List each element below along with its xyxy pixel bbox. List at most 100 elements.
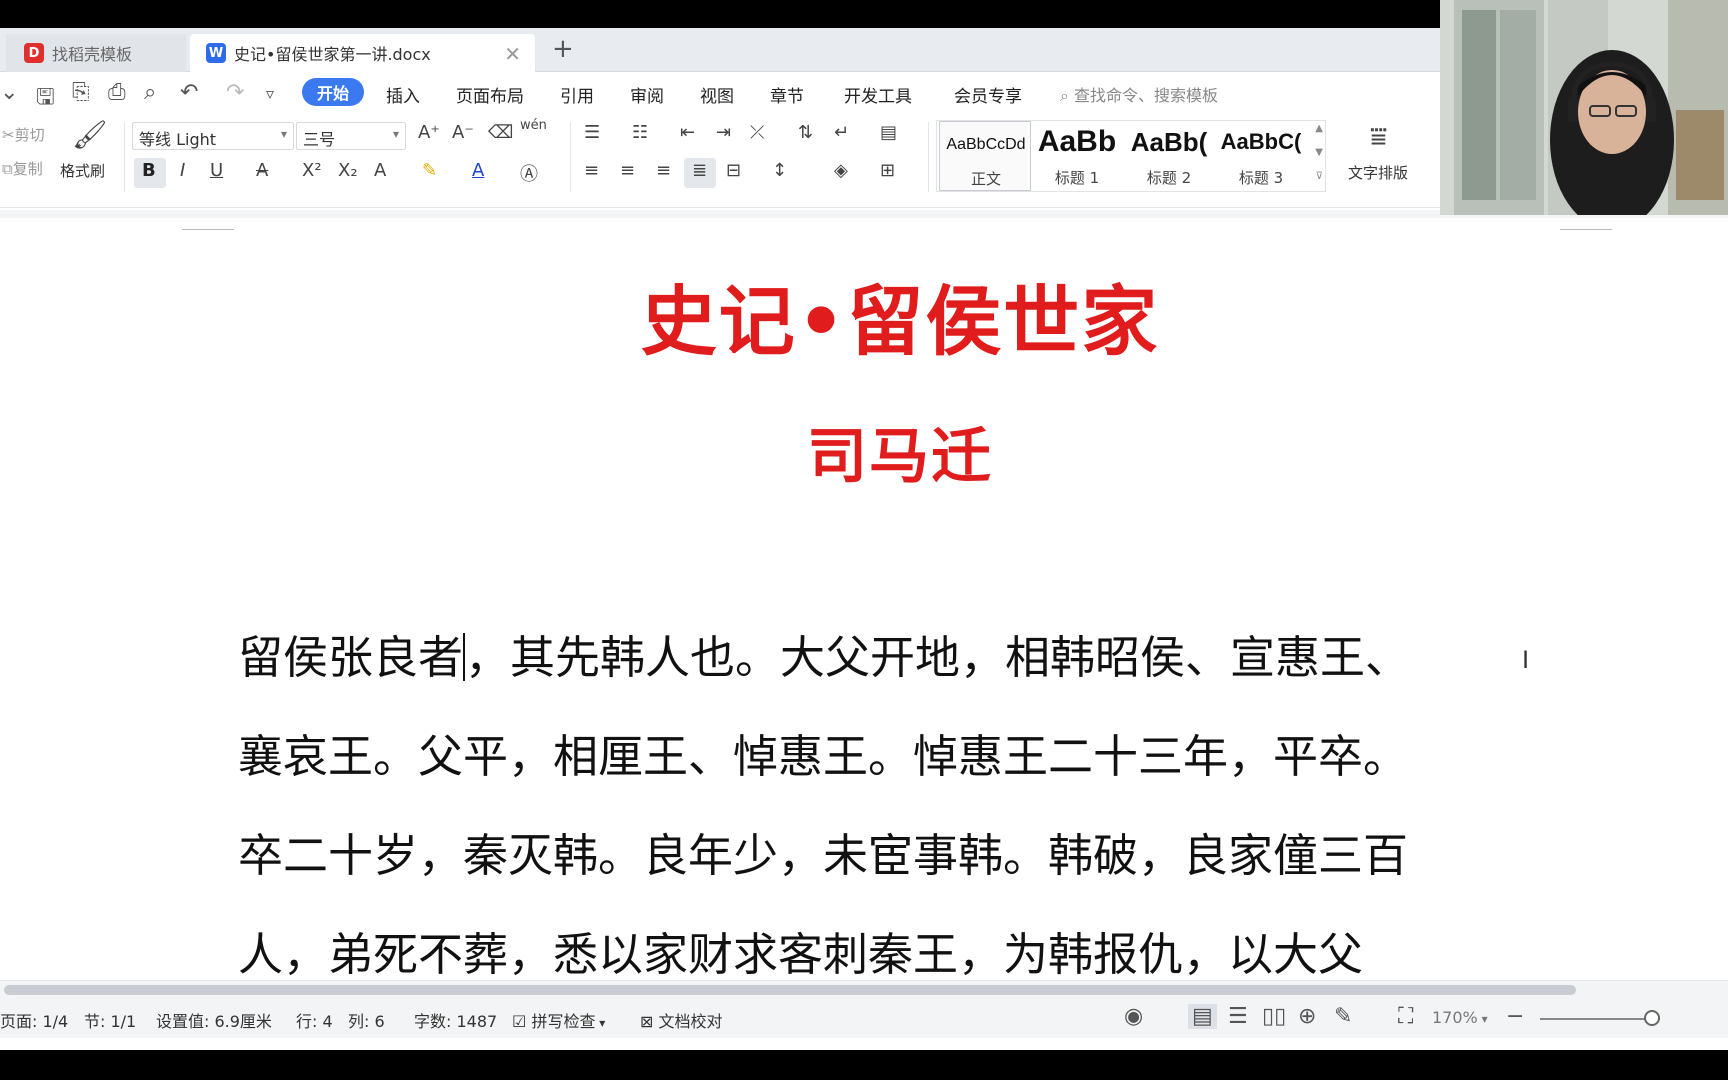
expand-styles-icon[interactable]: ⊽ [1316, 171, 1323, 182]
fit-page-icon[interactable]: ⛶ [1398, 1004, 1413, 1029]
status-setting[interactable]: 设置值: 6.9厘米 [156, 1008, 272, 1032]
italic-button[interactable]: I [180, 160, 185, 181]
reading-view-icon[interactable]: ▯▯ [1262, 1004, 1286, 1029]
style-heading-1[interactable]: AaBb 标题 1 [1031, 121, 1123, 191]
zoom-value: 170% [1432, 1008, 1478, 1027]
print-preview-icon[interactable]: ⌕ [144, 80, 156, 105]
borders-icon[interactable]: ⊞ [880, 160, 895, 181]
align-left-icon[interactable]: ≡ [584, 160, 599, 181]
cut-button[interactable]: ✂剪切 [2, 124, 45, 145]
docer-logo-icon: D [24, 43, 44, 63]
style-normal[interactable]: AaBbCcDd 正文 [939, 121, 1031, 191]
search-icon: ⌕ [1060, 86, 1075, 105]
numbered-list-icon[interactable]: ☷ [632, 122, 648, 143]
format-painter-icon[interactable]: 🖌 [72, 118, 108, 151]
menu-review[interactable]: 审阅 [630, 82, 664, 107]
redo-icon[interactable]: ↷ [226, 80, 244, 105]
undo-icon[interactable]: ↶ [180, 80, 198, 105]
scroll-up-icon[interactable]: ▲ [1315, 123, 1323, 134]
menu-page-layout[interactable]: 页面布局 [456, 82, 524, 107]
scrollbar-thumb[interactable] [4, 985, 1576, 995]
text-layout-label[interactable]: 文字排版 [1348, 162, 1408, 183]
zoom-slider-handle[interactable] [1644, 1010, 1660, 1026]
menu-developer[interactable]: 开发工具 [844, 82, 912, 107]
tab-current-document[interactable]: W 史记•留侯世家第一讲.docx ✕ [190, 34, 535, 72]
distributed-icon[interactable]: ⊟ [726, 160, 741, 181]
screen: D 找稻壳模板 W 史记•留侯世家第一讲.docx ✕ + ⌄ 🖫 ⎘ ⎙ ⌕ … [0, 0, 1728, 1080]
font-size-select[interactable]: 三号 ▾ [296, 122, 406, 150]
line-spacing-icon[interactable]: ↕ [772, 160, 787, 181]
chevron-down-icon: ▾ [280, 127, 287, 141]
new-tab-plus-icon[interactable]: + [552, 34, 574, 64]
bold-button[interactable]: B [142, 160, 156, 181]
style-heading-3[interactable]: AaBbC( 标题 3 [1215, 121, 1307, 191]
menu-home[interactable]: 开始 [302, 78, 364, 106]
char-border-icon[interactable]: Ⓐ [520, 160, 538, 186]
superscript-button[interactable]: X² [302, 160, 322, 181]
export-icon[interactable]: ⎘ [72, 80, 90, 105]
document-canvas: 史记•留侯世家 司马迁 留侯张良者，其先韩人也。大父开地，相韩昭侯、宣惠王、 襄… [0, 210, 1728, 980]
copy-button[interactable]: ⧉复制 [2, 158, 43, 179]
text-effect-icon[interactable]: A [374, 160, 386, 181]
font-name-select[interactable]: 等线 Light ▾ [132, 122, 294, 150]
body-line: 留侯张良者，其先韩人也。大父开地，相韩昭侯、宣惠王、 [238, 608, 1568, 707]
horizontal-scrollbar[interactable] [0, 980, 1728, 998]
style-label: 标题 3 [1238, 169, 1284, 187]
bullet-list-icon[interactable]: ☰ [584, 122, 600, 143]
zoom-level[interactable]: 170% ▾ [1432, 1008, 1488, 1027]
table-ruler-icon[interactable]: ▤ [880, 122, 897, 143]
scroll-down-icon[interactable]: ▼ [1315, 147, 1323, 158]
menu-view[interactable]: 视图 [700, 82, 734, 107]
page-view-icon[interactable]: ▤ [1188, 1004, 1217, 1029]
webcam-overlay [1440, 0, 1728, 215]
chevron-down-icon: ▾ [595, 1016, 606, 1030]
align-right-icon[interactable]: ≡ [656, 160, 671, 181]
justify-icon[interactable]: ≣ [692, 160, 707, 181]
align-center-icon[interactable]: ≡ [620, 160, 635, 181]
web-view-icon[interactable]: ⊕ [1298, 1004, 1316, 1029]
spellcheck-toggle[interactable]: ☑ 拼写检查 ▾ [512, 1008, 605, 1032]
customize-quick-access-icon[interactable]: ▿ [266, 84, 274, 103]
status-word-count[interactable]: 字数: 1487 [414, 1008, 497, 1032]
pinyin-guide-icon[interactable]: wén [520, 118, 547, 133]
zoom-out-icon[interactable]: − [1506, 1004, 1524, 1029]
body-text-after-caret: ，其先韩人也。大父开地，相韩昭侯、宣惠王、 [465, 631, 1411, 684]
clear-format-icon[interactable]: ⌫ [488, 122, 513, 143]
decrease-font-icon[interactable]: A⁻ [452, 122, 474, 143]
status-page[interactable]: 页面: 1/4 [0, 1008, 68, 1032]
menu-member[interactable]: 会员专享 [954, 82, 1022, 107]
doc-check-button[interactable]: ⊠ 文档校对 [640, 1008, 723, 1032]
text-layout-icon[interactable]: ⩸ [1370, 120, 1387, 154]
chevron-down-icon: ▾ [1477, 1012, 1488, 1026]
tab-docer-templates[interactable]: D 找稻壳模板 [6, 34, 186, 72]
underline-button[interactable]: U [210, 160, 223, 181]
subscript-button[interactable]: X₂ [338, 160, 358, 181]
style-sample: AaBbCcDd [946, 136, 1026, 153]
menu-insert[interactable]: 插入 [386, 82, 420, 107]
zoom-slider-track[interactable] [1540, 1018, 1660, 1020]
eye-protection-icon[interactable]: ◉ [1124, 1004, 1143, 1029]
menu-collapse-icon[interactable]: ⌄ [0, 80, 18, 105]
document-page[interactable]: 史记•留侯世家 司马迁 留侯张良者，其先韩人也。大父开地，相韩昭侯、宣惠王、 襄… [0, 218, 1728, 980]
menu-references[interactable]: 引用 [560, 82, 594, 107]
shading-icon[interactable]: ◈ [834, 160, 848, 181]
format-painter-label[interactable]: 格式刷 [60, 160, 105, 181]
increase-indent-icon[interactable]: ⇥ [716, 122, 731, 143]
menu-chapter[interactable]: 章节 [770, 82, 804, 107]
outline-view-icon[interactable]: ☰ [1228, 1004, 1248, 1029]
close-icon[interactable]: ✕ [504, 42, 521, 66]
font-color-icon[interactable]: A [472, 160, 484, 181]
body-line: 人，弟死不葬，悉以家财求客刺秦王，为韩报仇，以大父 [238, 928, 1364, 980]
strikethrough-button[interactable]: A [256, 160, 268, 181]
document-body[interactable]: 留侯张良者，其先韩人也。大父开地，相韩昭侯、宣惠王、 襄哀王。父平，相厘王、悼惠… [238, 608, 1568, 980]
increase-font-icon[interactable]: A⁺ [418, 122, 440, 143]
write-mode-icon[interactable]: ✎ [1334, 1004, 1352, 1029]
highlight-icon[interactable]: ✎ [422, 160, 437, 181]
chinese-layout-icon[interactable]: ⤫ [750, 122, 764, 143]
decrease-indent-icon[interactable]: ⇤ [680, 122, 695, 143]
print-icon[interactable]: ⎙ [108, 80, 126, 105]
show-marks-icon[interactable]: ↵ [834, 122, 849, 143]
sort-icon[interactable]: ⇅ [798, 122, 813, 143]
command-search[interactable]: ⌕ 查找命令、搜索模板 [1060, 82, 1218, 106]
style-heading-2[interactable]: AaBb( 标题 2 [1123, 121, 1215, 191]
